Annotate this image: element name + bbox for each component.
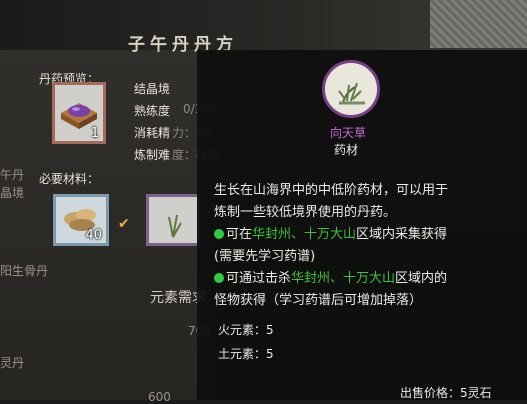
source-line-1: 可在华封州、十万大山区域内采集获得 (214, 224, 514, 246)
background-scenery (430, 0, 527, 48)
checkmark-icon: ✔ (118, 216, 130, 232)
stat-proficiency: 熟练度 (134, 104, 171, 118)
stat-realm: 结晶境 (134, 82, 171, 96)
bg-text-7: 600 (148, 390, 171, 404)
stat-difficulty: 炼制难 (134, 148, 171, 162)
earth-element: 土元素：5 (218, 347, 274, 361)
material-slot-2[interactable] (146, 194, 200, 246)
materials-label: 必要材料： (39, 172, 100, 186)
item-type: 药材 (334, 143, 359, 157)
stat-cost: 消耗精 (134, 126, 171, 140)
fire-element: 火元素：5 (218, 323, 274, 337)
bg-text-1: 午丹 (0, 168, 25, 182)
source2-post: 区域内的 (395, 271, 448, 286)
source2-place: 华封州、十万大山 (291, 271, 396, 286)
source1-note: (需要先学习药谱) (214, 249, 316, 264)
herb-icon (325, 63, 377, 115)
bg-text-3: 阳生骨丹 (0, 264, 49, 278)
desc-line-1: 生长在山海界中的中低阶药材，可以用于 (214, 183, 449, 198)
bullet-icon (214, 273, 224, 283)
herb-icon (149, 197, 197, 243)
item-icon-frame (322, 60, 380, 118)
item-description: 生长在山海界中的中低阶药材，可以用于 炼制一些较低境界使用的丹药。 可在华封州、… (214, 180, 514, 312)
bg-text-2: 晶境 (0, 186, 25, 200)
desc-line-2: 炼制一些较低境界使用的丹药。 (214, 205, 397, 220)
preview-count: 1 (90, 126, 99, 141)
bullet-icon (214, 229, 224, 239)
bg-text-6: 灵丹 (0, 356, 25, 370)
source-line-2: 可通过击杀华封州、十万大山区域内的 (214, 268, 514, 290)
source1-place: 华封州、十万大山 (252, 227, 357, 242)
sell-price: 出售价格：5灵石 (400, 386, 492, 400)
item-name: 向天草 (330, 126, 367, 140)
material-count: 40 (85, 228, 102, 243)
source1-pre: 可在 (226, 227, 253, 242)
source1-post: 区域内采集获得 (356, 227, 448, 242)
source2-line2: 怪物获得（学习药谱后可增加掉落） (214, 293, 423, 308)
source2-pre: 可通过击杀 (226, 271, 292, 286)
material-slot-1[interactable]: 40 (53, 194, 109, 246)
pill-preview-slot[interactable]: 1 (52, 82, 106, 144)
